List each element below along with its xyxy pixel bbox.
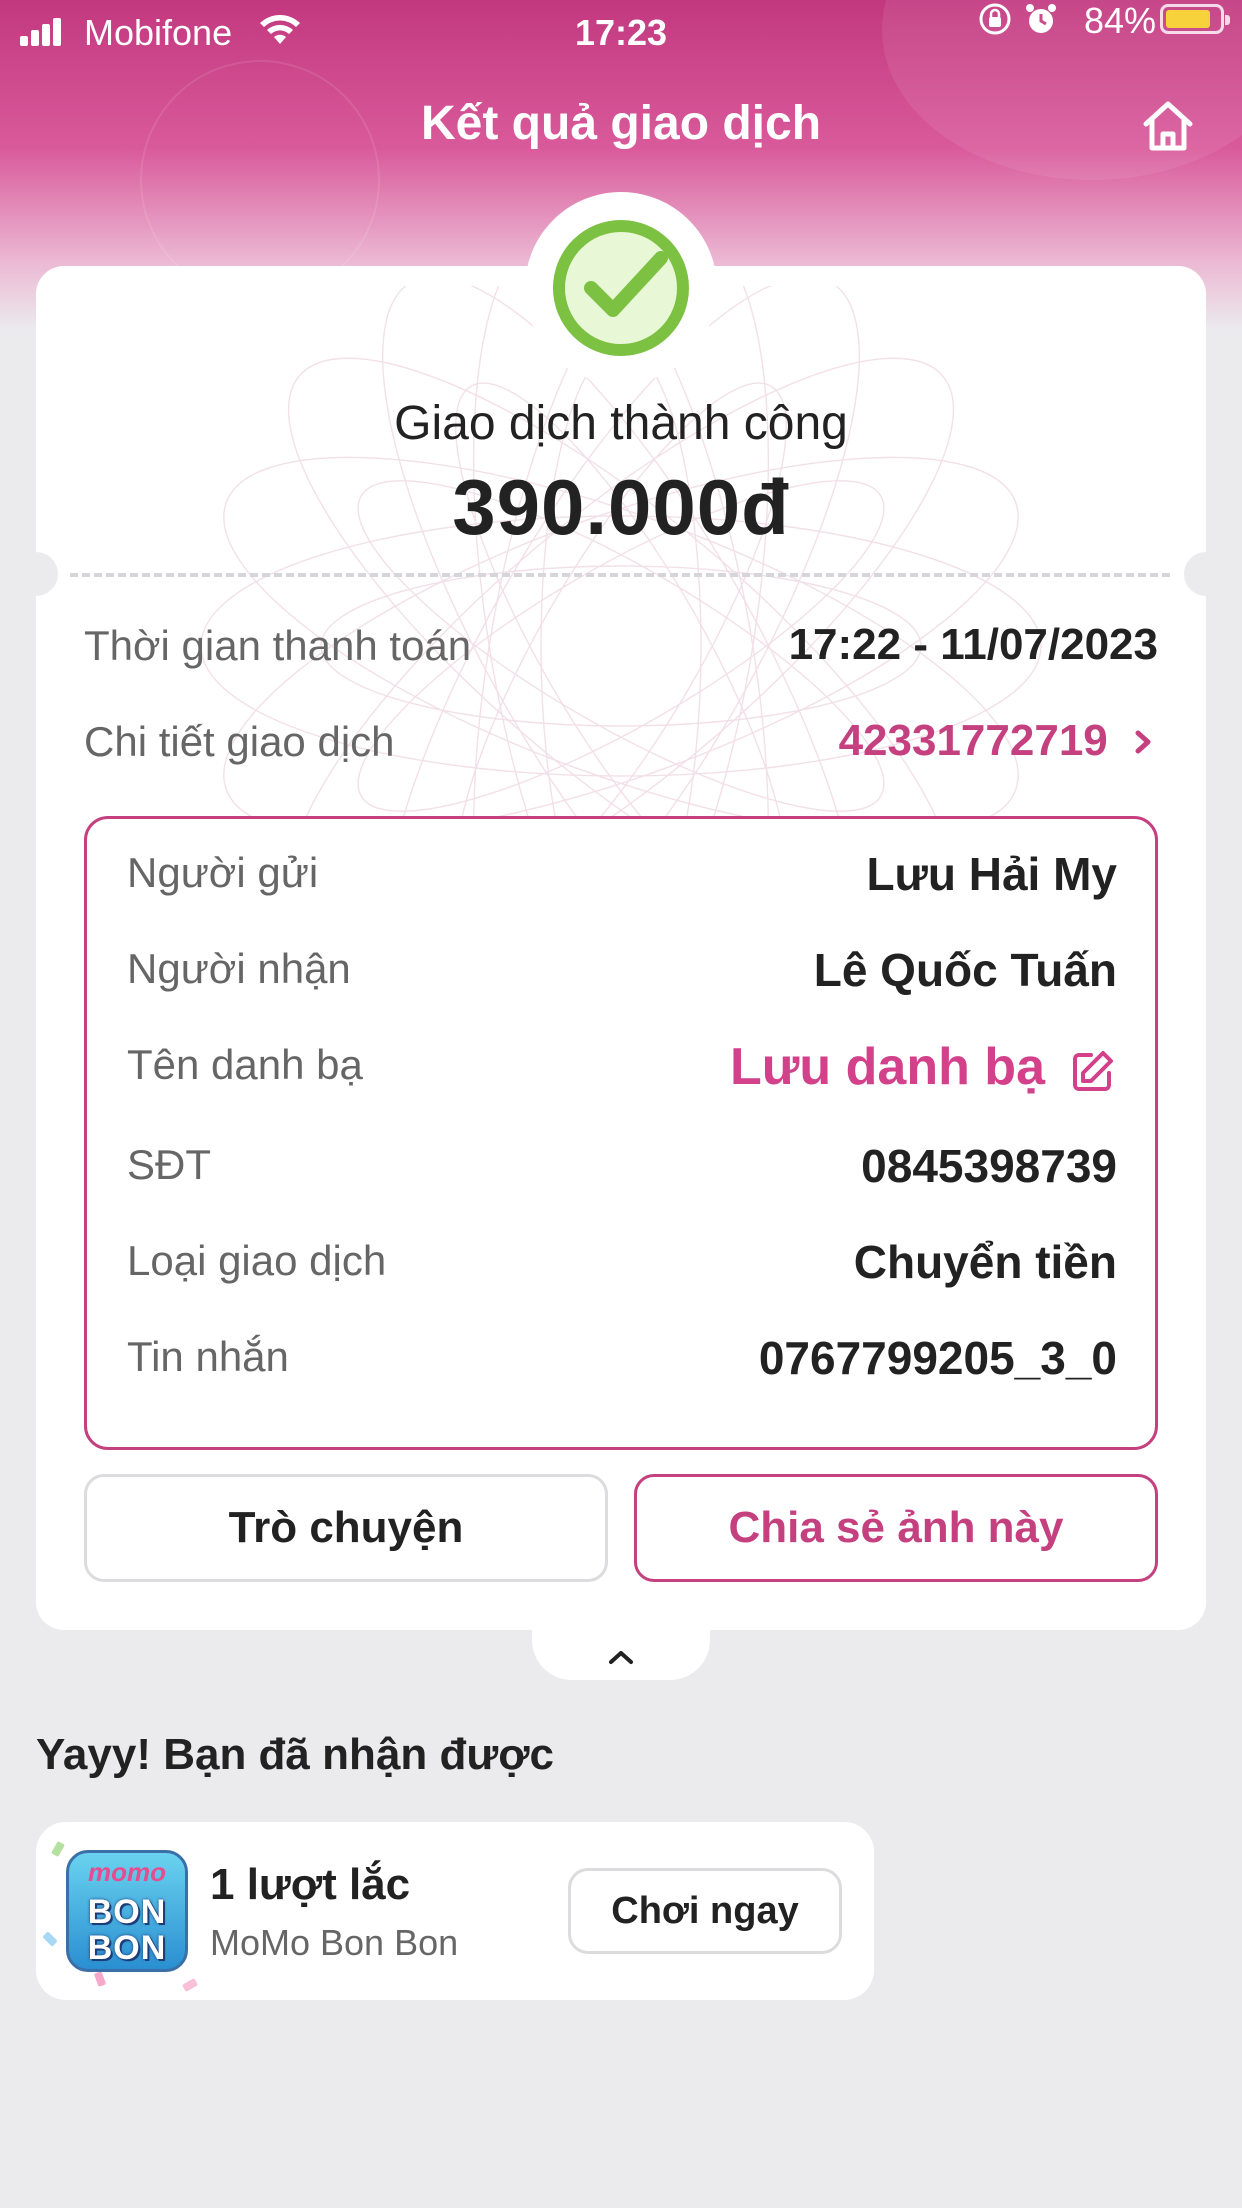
sender-label: Người gửi (127, 849, 319, 896)
reward-card: momo BON BON 1 lượt lắc MoMo Bon Bon Chơ… (36, 1822, 874, 2000)
transaction-detail-label: Chi tiết giao dịch (84, 718, 395, 765)
success-check-badge (525, 192, 717, 384)
chat-button[interactable]: Trò chuyện (84, 1474, 608, 1582)
transaction-id: 42331772719 (838, 716, 1108, 765)
receiver-value: Lê Quốc Tuấn (813, 944, 1117, 996)
collapse-tab[interactable] (532, 1620, 710, 1680)
card-notch-left (14, 552, 58, 596)
alarm-icon (1026, 4, 1056, 33)
transaction-amount: 390.000đ (452, 463, 790, 551)
divider (70, 573, 1170, 577)
page-title: Kết quả giao dịch (420, 97, 822, 150)
card-notch-right (1184, 552, 1228, 596)
play-now-button[interactable]: Chơi ngay (568, 1868, 842, 1954)
status-bar: Mobifone 17:23 84% (0, 0, 1242, 64)
phone-value: 0845398739 (861, 1140, 1117, 1192)
icon-lettering: momo (88, 1857, 166, 1887)
edit-icon[interactable] (1069, 1047, 1117, 1095)
message-value: 0767799205_3_0 (758, 1332, 1117, 1384)
confetti (51, 1840, 65, 1858)
transaction-type-label: Loại giao dịch (127, 1237, 387, 1284)
reward-source: MoMo Bon Bon (210, 1922, 459, 1963)
success-check-icon (553, 220, 689, 356)
confetti (181, 1978, 199, 1992)
reward-count: 1 lượt lắc (210, 1860, 411, 1909)
chevron-up-icon (609, 1651, 633, 1664)
momo-bonbon-icon: momo BON BON (66, 1850, 188, 1972)
confetti (93, 1971, 107, 1987)
transaction-detail-link[interactable]: 42331772719 (839, 716, 1158, 766)
transaction-details-box: Người gửi Lưu Hải My Người nhận Lê Quốc … (84, 816, 1158, 1450)
icon-lettering: BON (87, 1929, 167, 1967)
payment-time-value: 17:22 - 11/07/2023 (788, 620, 1158, 669)
share-image-button[interactable]: Chia sẻ ảnh này (634, 1474, 1158, 1582)
transaction-type-value: Chuyển tiền (853, 1236, 1117, 1288)
payment-time-label: Thời gian thanh toán (84, 622, 472, 669)
icon-lettering: BON (87, 1893, 167, 1931)
message-label: Tin nhắn (127, 1333, 289, 1380)
chevron-right-icon (1135, 730, 1151, 754)
battery-percentage: 84% (1083, 0, 1156, 41)
save-contact-button[interactable]: Lưu danh bạ (730, 1037, 1045, 1097)
home-icon[interactable] (1138, 96, 1198, 156)
contact-name-label: Tên danh bạ (127, 1041, 363, 1088)
phone-label: SĐT (127, 1141, 211, 1188)
receiver-label: Người nhận (127, 945, 351, 992)
rotation-lock-icon (979, 3, 1011, 35)
confetti (42, 1931, 58, 1947)
transaction-status: Giao dịch thành công (394, 397, 848, 450)
sender-value: Lưu Hải My (866, 848, 1117, 900)
reward-title: Yayy! Bạn đã nhận được (36, 1730, 554, 1779)
battery-icon (1160, 4, 1230, 34)
